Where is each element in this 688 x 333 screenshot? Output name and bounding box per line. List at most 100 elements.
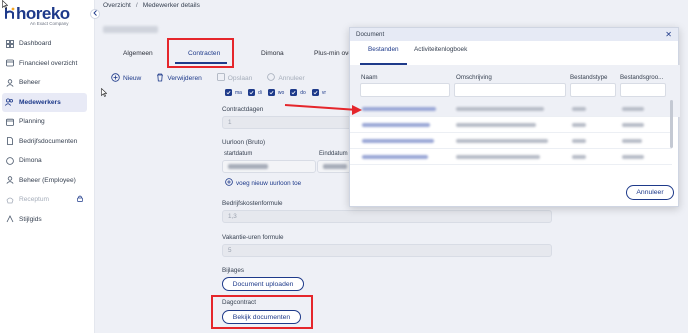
check-icon (290, 89, 298, 96)
column-bestandsgrootte[interactable]: Bestandsgroo... (620, 74, 663, 81)
start-date-value (228, 164, 268, 169)
tab-dimona[interactable]: Dimona (261, 44, 284, 62)
weekday-checkbox[interactable]: ma (225, 89, 242, 96)
breadcrumb-root[interactable]: Overzicht (103, 2, 131, 9)
filter-bestandstype-input[interactable] (570, 83, 616, 97)
company-cost-label: Bedrijfskostenformule (222, 200, 283, 207)
filter-omschrijving-input[interactable] (454, 83, 566, 97)
weekday-checkbox[interactable]: di (247, 89, 262, 96)
column-naam[interactable]: Naam (361, 74, 378, 81)
sidebar-item-financieel-overzicht[interactable]: Financieel overzicht (0, 54, 95, 74)
company-cost-input[interactable]: 1,3 (222, 210, 552, 223)
tab-algemeen[interactable]: Algemeen (123, 44, 153, 62)
file-type-cell (572, 123, 586, 127)
users-icon (5, 98, 14, 107)
delete-button[interactable]: Verwijderen (156, 73, 202, 84)
weekday-label: do (300, 89, 306, 96)
weekday-checkbox[interactable]: wo (267, 89, 285, 96)
sidebar-item-medewerkers[interactable]: Medewerkers (2, 92, 87, 112)
breadcrumb: Overzicht / Medewerker details (103, 2, 200, 9)
file-name-cell[interactable] (362, 155, 428, 159)
save-icon (216, 73, 225, 83)
attachments-label: Bijlages (222, 267, 245, 274)
sidebar-item-label: Bedrijfsdocumenten (19, 137, 78, 145)
user-icon (5, 78, 14, 87)
add-wage-link[interactable]: voeg nieuw uurloon toe (225, 178, 301, 188)
horeko-logo[interactable]: horeko An Exact Company (4, 4, 84, 28)
start-date-label: startdatum (224, 151, 253, 157)
cancel-toolbar-button[interactable]: Annuleer (267, 73, 305, 83)
dialog-header: Document ✕ (350, 28, 678, 41)
close-icon[interactable]: ✕ (665, 30, 672, 39)
brand-tagline: An Exact Company (30, 21, 69, 26)
table-row[interactable] (350, 133, 672, 149)
sidebar-item-label: Medewerkers (19, 98, 61, 106)
sidebar-item-dimona[interactable]: Dimona (0, 151, 95, 171)
toolbar: Nieuw Verwijderen Opslaan Annuleer (111, 72, 320, 84)
sidebar-item-bedrijfsdocumenten[interactable]: Bedrijfsdocumenten (0, 132, 95, 152)
finance-icon (5, 59, 14, 68)
column-omschrijving[interactable]: Omschrijving (456, 74, 492, 81)
table-row[interactable] (350, 101, 672, 117)
mouse-cursor-icon (2, 0, 8, 9)
file-name-cell[interactable] (362, 123, 430, 127)
sidebar-item-label: Receptum (19, 196, 50, 204)
highlight-dagcontract (211, 295, 313, 329)
end-date-input[interactable] (317, 160, 353, 173)
check-icon (247, 89, 255, 96)
user-icon (5, 176, 14, 185)
filter-naam-input[interactable] (360, 83, 450, 97)
hourly-wage-label: Uurloon (Bruto) (222, 139, 266, 146)
highlight-contracten-tab (167, 38, 234, 68)
file-type-cell (572, 107, 586, 111)
holiday-hours-input[interactable]: 5 (222, 244, 552, 257)
document-icon (5, 137, 14, 146)
file-name-cell[interactable] (362, 139, 434, 143)
sidebar-item-beheer[interactable]: Beheer (0, 73, 95, 93)
table-row[interactable] (350, 149, 672, 165)
weekday-label: wo (277, 89, 285, 96)
save-button-label: Opslaan (227, 74, 253, 82)
file-size-cell (622, 139, 642, 143)
sidebar: horeko An Exact Company Dashboard Financ… (0, 0, 95, 333)
add-wage-link-label: voeg nieuw uurloon toe (236, 179, 302, 187)
sidebar-item-stijlgids[interactable]: Stijlgids (0, 210, 95, 230)
save-button[interactable]: Opslaan (216, 73, 253, 83)
styleguide-icon (5, 215, 14, 224)
start-date-input[interactable] (222, 160, 316, 173)
new-button-label: Nieuw (123, 74, 142, 82)
sidebar-item-receptum[interactable]: Receptum (0, 190, 95, 210)
sidebar-item-dashboard[interactable]: Dashboard (0, 34, 95, 54)
check-icon (225, 89, 232, 96)
sidebar-item-label: Financieel overzicht (19, 59, 78, 67)
file-name-cell[interactable] (362, 107, 436, 111)
contract-days-label: Contractdagen (222, 106, 264, 113)
sidebar-item-beheer-employee[interactable]: Beheer (Employee) (0, 171, 95, 191)
tab-bestanden[interactable]: Bestanden (368, 46, 399, 53)
upload-document-button[interactable]: Document uploaden (222, 277, 304, 291)
table-row[interactable] (350, 117, 672, 133)
filter-bestandsgrootte-input[interactable] (620, 83, 666, 97)
new-button[interactable]: Nieuw (111, 72, 142, 84)
trash-icon (156, 73, 164, 84)
weekday-checkbox[interactable]: do (290, 89, 306, 96)
grid-scrollbar[interactable] (670, 100, 673, 148)
weekday-label: vr (321, 89, 326, 96)
delete-button-label: Verwijderen (167, 74, 202, 82)
file-size-cell (622, 155, 644, 159)
column-bestandstype[interactable]: Bestandstype (570, 74, 608, 81)
collapse-sidebar-button[interactable] (90, 9, 100, 19)
annuleer-button[interactable]: Annuleer (626, 185, 674, 200)
tab-plus-min[interactable]: Plus-min ove (314, 44, 352, 62)
tab-activiteitenlogboek[interactable]: Activiteitenlogboek (414, 46, 467, 53)
weekday-label: di (257, 89, 262, 96)
sidebar-item-planning[interactable]: Planning (0, 112, 95, 132)
end-date-label: Einddatum (319, 151, 348, 157)
end-date-value (323, 164, 347, 169)
contract-days-input[interactable]: 1 (222, 116, 352, 129)
file-type-cell (572, 155, 586, 159)
file-type-cell (572, 139, 586, 143)
lock-icon (77, 195, 83, 204)
x-circle-icon (267, 73, 276, 83)
weekday-checkbox[interactable]: vr (311, 89, 326, 96)
